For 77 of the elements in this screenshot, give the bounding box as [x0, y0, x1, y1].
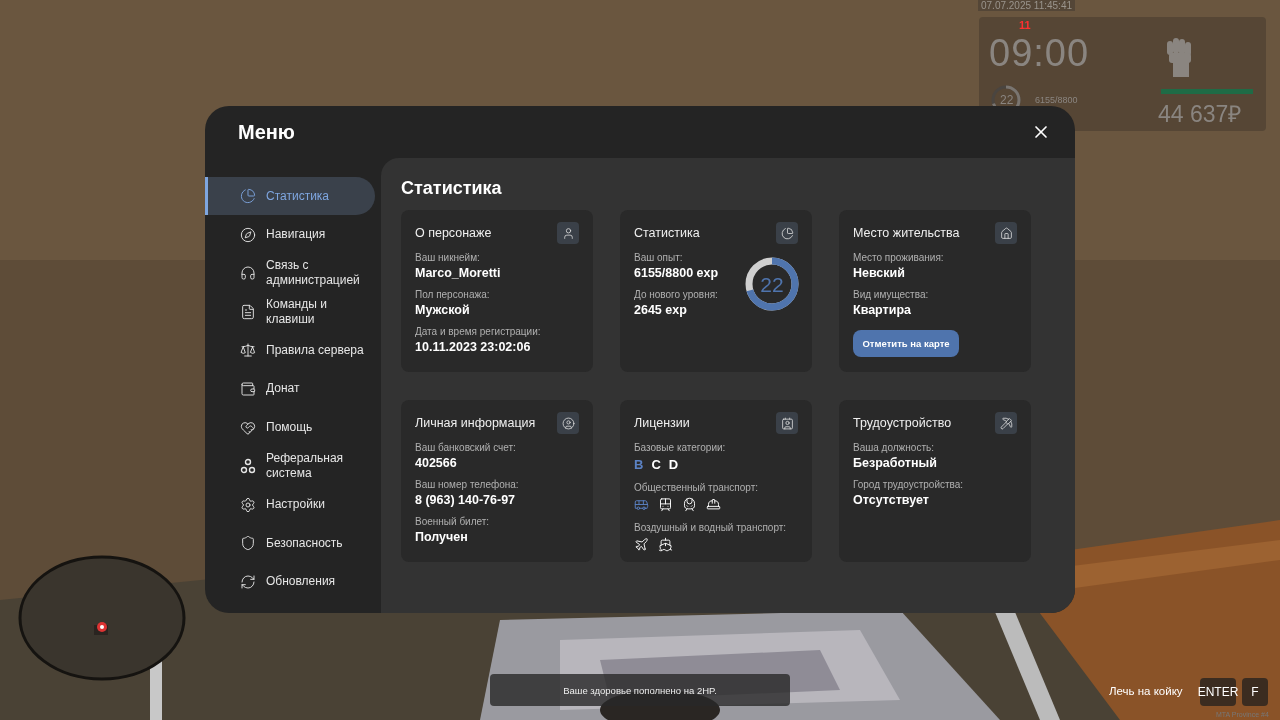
field-label: Пол персонажа: [415, 289, 490, 300]
action-prompt: Лечь на койку [1109, 685, 1183, 697]
field-value: Невский [853, 266, 905, 280]
heart-handshake-icon [240, 419, 256, 436]
map-button[interactable]: Отметить на карте [853, 330, 959, 357]
field-label: Вид имущества: [853, 289, 929, 300]
clock: 09:00 [989, 32, 1090, 75]
card-title: Лицензии [634, 416, 690, 430]
field-value: 402566 [415, 456, 457, 470]
sidebar-item[interactable]: Реферальная система [205, 447, 375, 486]
field-label: Место проживания: [853, 252, 944, 263]
xp-text: 6155/8800 [1035, 95, 1078, 105]
field-label: До нового уровня: [634, 289, 718, 300]
headset-icon [240, 265, 256, 282]
sidebar-item[interactable]: Правила сервера [205, 331, 375, 370]
refresh-icon [240, 573, 256, 590]
card-title: О персонаже [415, 226, 492, 240]
field-label: Общественный транспорт: [634, 482, 759, 493]
sidebar-item[interactable]: Обновления [205, 562, 375, 601]
license-category: B [634, 457, 644, 472]
field-label: Ваш номер телефона: [415, 479, 519, 490]
field-label: Ваша должность: [853, 442, 934, 453]
field-label: Ваш опыт: [634, 252, 683, 263]
section-title: Статистика [401, 178, 502, 199]
field-value: Квартира [853, 303, 911, 317]
field-label: Базовые категории: [634, 442, 726, 453]
pickaxe-icon [995, 412, 1017, 434]
field-value: 10.11.2023 23:02:06 [415, 340, 531, 354]
field-value: Получен [415, 530, 468, 544]
menu-title: Меню [238, 120, 295, 144]
money-amount: 44 637₽ [1158, 100, 1242, 129]
card-title: Трудоустройство [853, 416, 952, 430]
sidebar-item[interactable]: Настройки [205, 485, 375, 524]
field-value: Marco_Moretti [415, 266, 501, 280]
nodes-icon [240, 458, 256, 475]
license-category: C [651, 457, 661, 472]
key-hint: F [1242, 678, 1268, 706]
sidebar-item[interactable]: Донат [205, 369, 375, 408]
field-value: Безработный [853, 456, 937, 470]
field-label: Ваш банковский счет: [415, 442, 516, 453]
sidebar-item[interactable]: Связь с администрацией [205, 254, 375, 293]
wallet-icon [240, 380, 256, 397]
sidebar-item[interactable]: Помощь [205, 408, 375, 447]
pie-chart-icon [240, 188, 256, 204]
field-label: Город трудоустройства: [853, 479, 964, 490]
user-icon [557, 222, 579, 244]
license-category: D [668, 457, 679, 472]
level-ring: 22 [745, 257, 799, 311]
field-value: 2645 exp [634, 303, 687, 317]
home-icon [995, 222, 1017, 244]
sidebar-item[interactable]: Навигация [205, 215, 375, 254]
sidebar-item[interactable]: Безопасность [205, 524, 375, 563]
key-hint: ENTER [1200, 678, 1236, 706]
scales-icon [240, 342, 256, 359]
field-value: 8 (963) 140-76-97 [415, 493, 516, 507]
notification: Ваше здоровье пополнено на 2HP. [490, 674, 790, 706]
field-value: Мужской [415, 303, 470, 317]
compass-icon [240, 226, 256, 243]
sidebar-item[interactable]: Команды и клавиши [205, 292, 375, 331]
field-value: Отсутствует [853, 493, 929, 507]
field-value: 6155/8800 exp [634, 266, 719, 280]
sidebar-item[interactable]: Статистика [205, 177, 375, 215]
field-label: Воздушный и водный транспорт: [634, 522, 787, 533]
card-title: Место жительства [853, 226, 960, 240]
document-icon [240, 303, 256, 320]
date-time: 07.07.2025 11:45:41 [978, 0, 1075, 11]
level-number: 22 [1000, 93, 1014, 107]
field-label: Дата и время регистрации: [415, 326, 541, 337]
field-label: Военный билет: [415, 516, 490, 527]
id-card-icon [776, 412, 798, 434]
field-label: Ваш никнейм: [415, 252, 480, 263]
gear-icon [240, 496, 256, 513]
shield-icon [240, 535, 256, 552]
pie-chart-icon [776, 222, 798, 244]
mark-indicator: 11 [1019, 19, 1031, 31]
card-title: Личная информация [415, 416, 536, 430]
card-title: Статистика [634, 226, 700, 240]
